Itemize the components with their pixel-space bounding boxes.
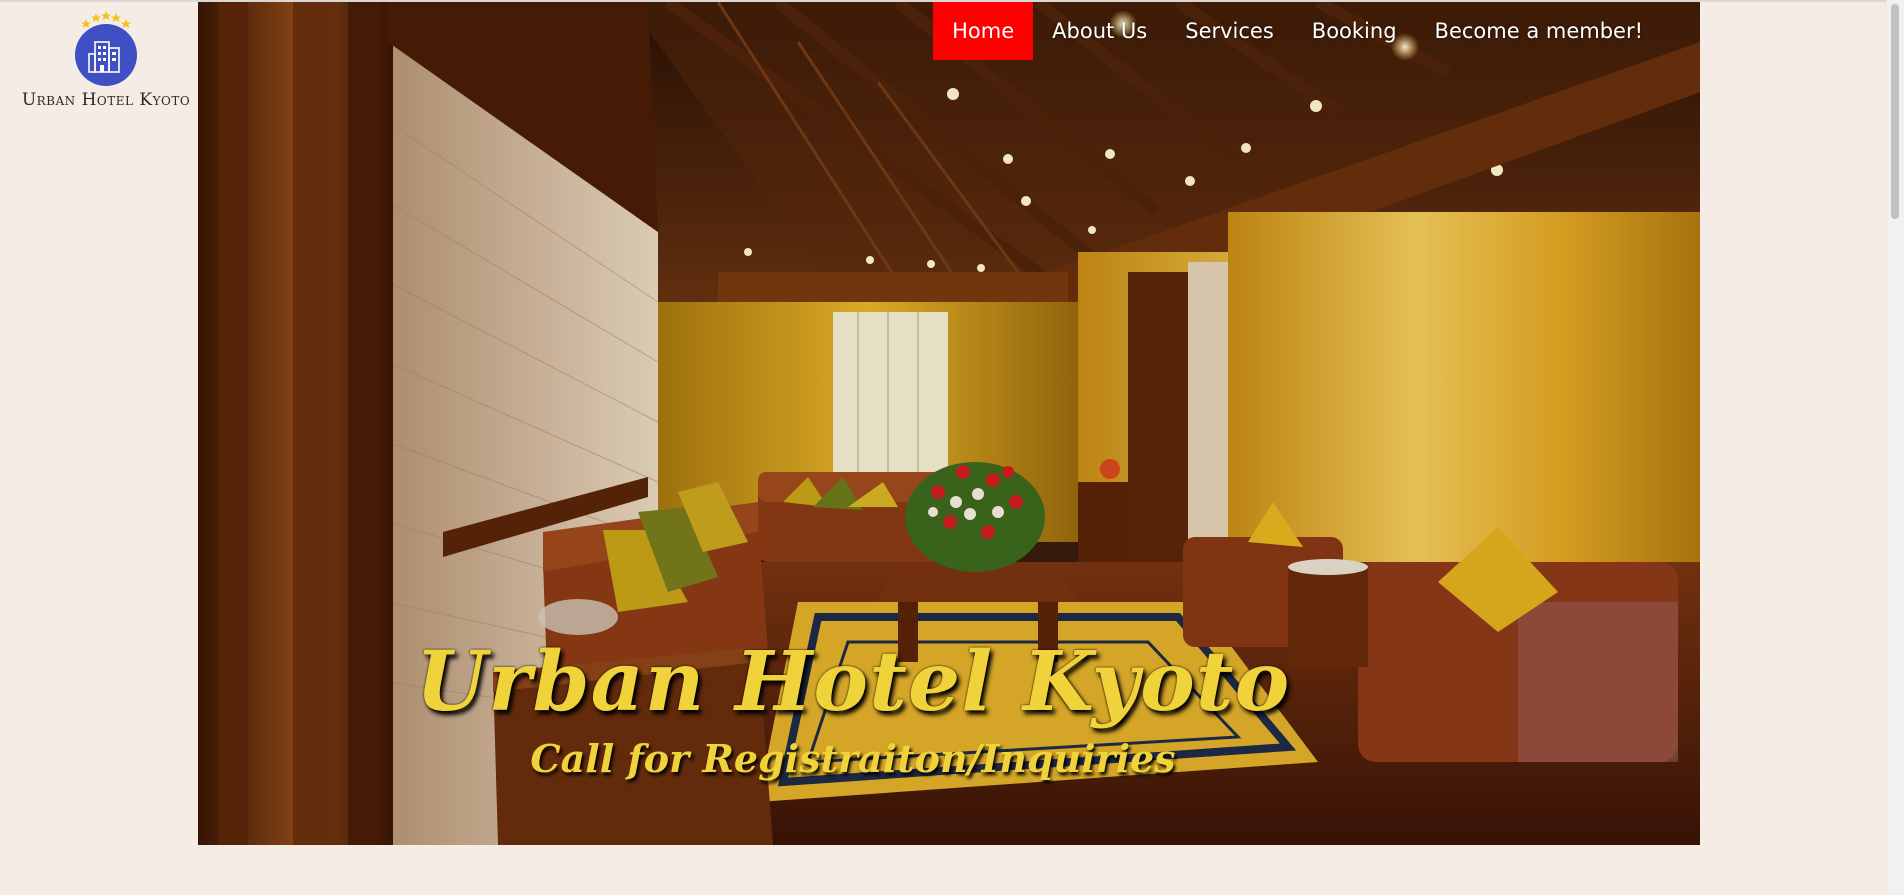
hero-title: Urban Hotel Kyoto [415,634,1291,730]
nav-services[interactable]: Services [1166,2,1293,60]
hotel-building-icon [75,24,137,86]
nav-about-us[interactable]: About Us [1033,2,1166,60]
logo-text: Urban Hotel Kyoto [21,90,191,110]
page: Urban Hotel Kyoto Home About Us Services… [0,0,1904,895]
main-nav: Home About Us Services Booking Become a … [933,2,1662,60]
page-scrollbar[interactable] [1886,0,1904,895]
scrollbar-thumb[interactable] [1891,4,1899,219]
hero-banner: Home About Us Services Booking Become a … [198,2,1700,845]
hero-subtitle[interactable]: Call for Registraiton/Inquiries [198,736,1508,781]
nav-become-member[interactable]: Become a member! [1416,2,1662,60]
nav-home[interactable]: Home [933,2,1034,60]
nav-booking[interactable]: Booking [1293,2,1416,60]
